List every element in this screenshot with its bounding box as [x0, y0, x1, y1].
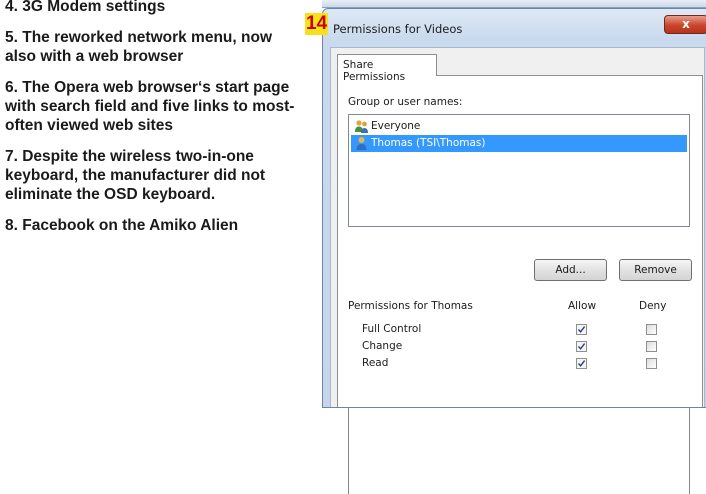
caption-7: 7. Despite the wireless two-in-one keybo… — [5, 148, 266, 203]
user-icon — [356, 137, 367, 150]
user-listbox[interactable]: Everyone Thomas (TSI\Thomas) — [348, 114, 690, 227]
permission-name: Change — [362, 340, 403, 352]
figure-number-badge: 14 — [305, 13, 329, 35]
caption-6: 6. The Opera web browser‘s start page wi… — [5, 79, 295, 134]
allow-read-checkbox[interactable] — [576, 358, 587, 369]
add-button[interactable]: Add... — [534, 259, 607, 281]
deny-full-control-checkbox[interactable] — [646, 324, 657, 335]
allow-header: Allow — [568, 300, 597, 312]
list-item-label: Everyone — [371, 120, 421, 132]
deny-header: Deny — [639, 300, 667, 312]
list-item-label: Thomas (TSI\Thomas) — [371, 137, 486, 149]
deny-read-checkbox[interactable] — [646, 358, 657, 369]
tab-share-permissions[interactable]: Share Permissions — [337, 54, 437, 83]
allow-change-checkbox[interactable] — [576, 341, 587, 352]
permission-name: Full Control — [362, 323, 422, 335]
allow-full-control-checkbox[interactable] — [576, 324, 587, 335]
previous-window-edge — [322, 0, 706, 8]
caption-4: 4. 3G Modem settings — [5, 0, 166, 15]
permission-name: Read — [362, 357, 389, 369]
remove-button[interactable]: Remove — [619, 259, 692, 281]
deny-change-checkbox[interactable] — [646, 341, 657, 352]
close-button[interactable]: x — [664, 15, 706, 34]
share-permissions-panel: Group or user names: Everyone Thomas (TS… — [337, 75, 703, 494]
caption-8: 8. Facebook on the Amiko Alien — [5, 217, 239, 234]
list-item-everyone[interactable]: Everyone — [351, 118, 687, 135]
group-label: Group or user names: — [348, 96, 463, 108]
close-icon: x — [682, 17, 690, 31]
permissions-dialog: Permissions for Videos x Share Permissio… — [322, 8, 706, 494]
article-text: 4. 3G Modem settings 5. The reworked net… — [5, 0, 305, 247]
caption-5: 5. The reworked network menu, now also w… — [5, 29, 272, 65]
list-item-thomas[interactable]: Thomas (TSI\Thomas) — [351, 135, 687, 152]
group-icon — [355, 120, 368, 133]
dialog-client-area: Share Permissions Group or user names: E… — [330, 47, 705, 494]
permissions-label: Permissions for Thomas — [348, 300, 473, 312]
checkmark-icon — [577, 343, 586, 350]
checkmark-icon — [577, 326, 586, 333]
checkmark-icon — [577, 360, 586, 367]
dialog-title: Permissions for Videos — [333, 22, 463, 36]
